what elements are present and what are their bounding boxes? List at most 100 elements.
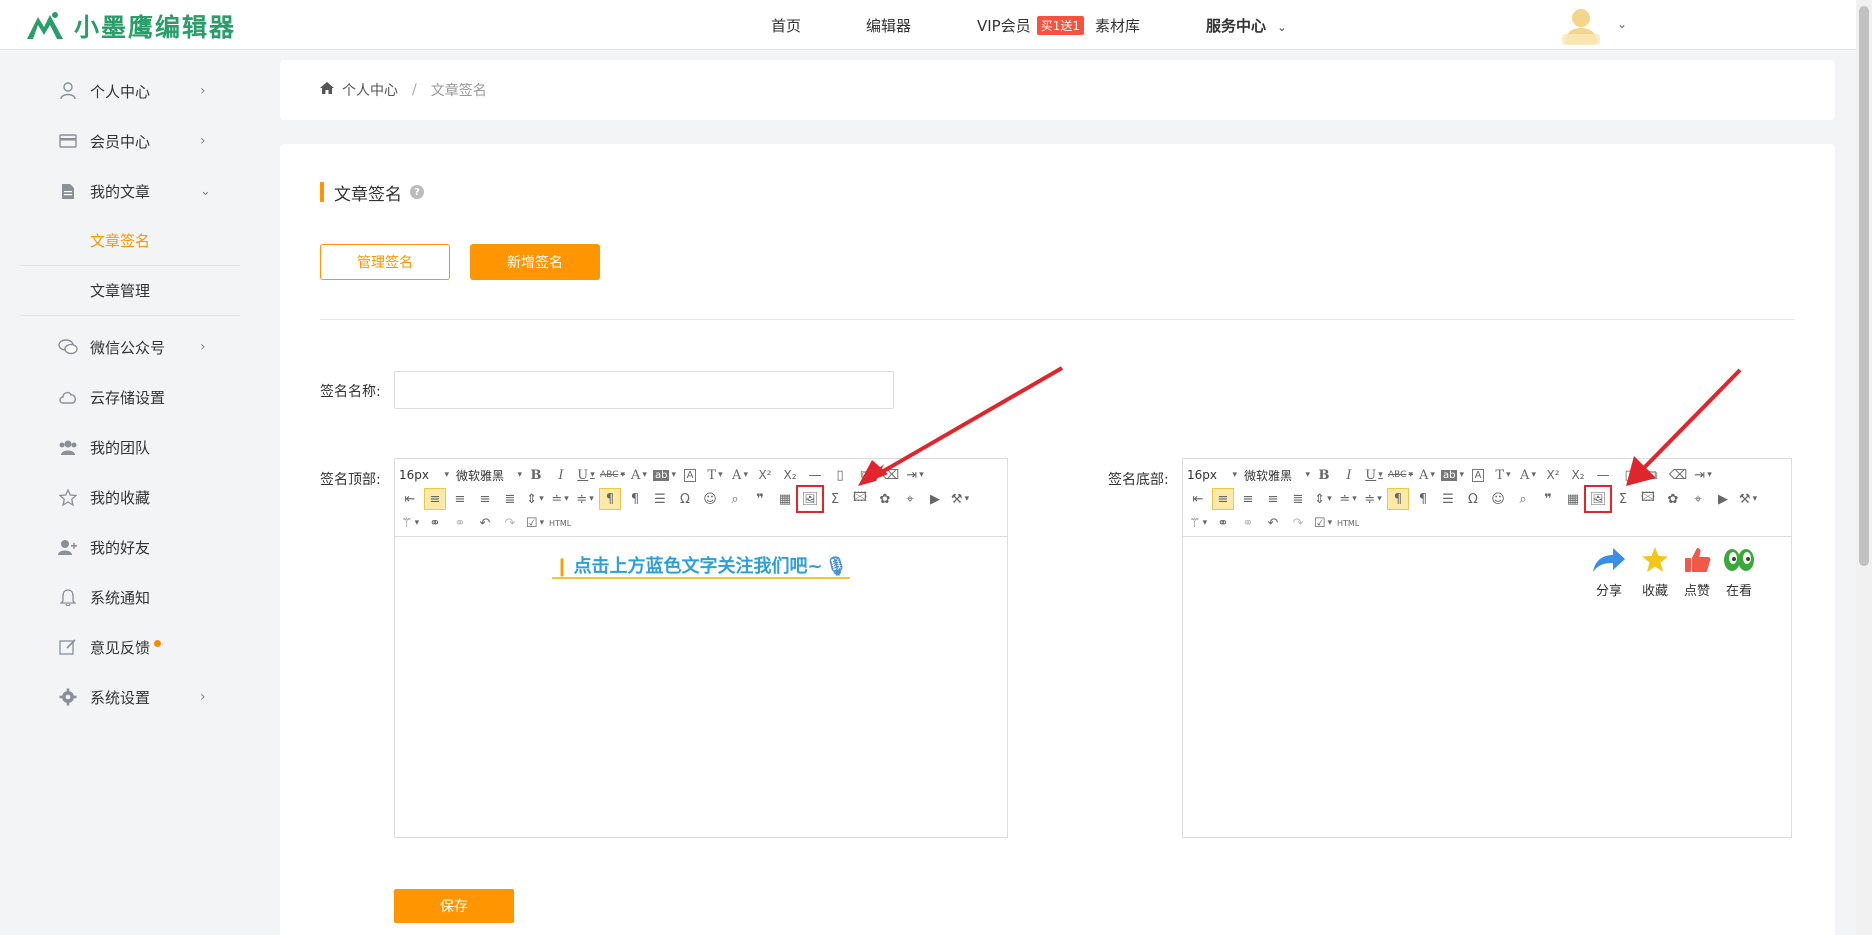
map-icon[interactable]: ⌖: [899, 488, 921, 510]
rtl-icon[interactable]: ¶: [1412, 488, 1434, 510]
line-height-icon[interactable]: ⇕: [1312, 488, 1334, 510]
font-family-select[interactable]: 微软雅黑: [1244, 464, 1310, 486]
bold-icon[interactable]: B: [525, 464, 547, 486]
paragraph-spacing-top-icon[interactable]: ≐: [549, 488, 571, 510]
align-center-icon[interactable]: ≡: [449, 488, 471, 510]
superscript-icon[interactable]: X²: [754, 464, 776, 486]
eraser-icon[interactable]: ⌫: [1667, 464, 1689, 486]
strikethrough-icon[interactable]: ABC: [600, 464, 625, 486]
insert-image-icon[interactable]: 🖼︎: [1584, 485, 1612, 513]
unlink-icon[interactable]: ⚭: [449, 512, 471, 534]
template-icon[interactable]: ☑: [1312, 512, 1334, 534]
sidebar-item-settings[interactable]: 系统设置 ›: [0, 672, 262, 722]
align-left-icon[interactable]: ≡: [1212, 488, 1234, 510]
nav-vip[interactable]: VIP会员 买1送1: [977, 15, 1085, 36]
italic-icon[interactable]: I: [550, 464, 572, 486]
page-icon[interactable]: ▯: [1617, 464, 1639, 486]
horizontal-rule-icon[interactable]: —: [1592, 464, 1614, 486]
avatar[interactable]: [1560, 4, 1602, 46]
italic-icon[interactable]: I: [1338, 464, 1360, 486]
outdent-icon[interactable]: ⇤: [399, 488, 421, 510]
font-color-icon[interactable]: A: [1416, 464, 1438, 486]
nav-home[interactable]: 首页: [771, 15, 801, 36]
indent-icon[interactable]: ⇥: [1692, 464, 1714, 486]
background-color-icon[interactable]: ab: [1441, 464, 1464, 486]
insert-frame-icon[interactable]: ⧉: [1642, 464, 1664, 486]
special-char-icon[interactable]: Ω: [1462, 488, 1484, 510]
subscript-icon[interactable]: X₂: [1567, 464, 1589, 486]
align-center-icon[interactable]: ≡: [1237, 488, 1259, 510]
horizontal-rule-icon[interactable]: —: [804, 464, 826, 486]
align-left-icon[interactable]: ≡: [424, 488, 446, 510]
subscript-icon[interactable]: X₂: [779, 464, 801, 486]
align-justify-icon[interactable]: ≣: [499, 488, 521, 510]
sidebar-item-notifications[interactable]: 系统通知: [0, 572, 262, 622]
template-icon[interactable]: ☑: [524, 512, 546, 534]
ltr-icon[interactable]: ¶: [599, 488, 621, 510]
format-painter-icon[interactable]: ⚒: [949, 488, 971, 510]
text-border-icon[interactable]: A: [1467, 464, 1489, 486]
line-height-icon[interactable]: ⇕: [524, 488, 546, 510]
signature-bottom-editor[interactable]: 16px 微软雅黑 B I U ABC A ab A T A X² X₂ — ▯…: [1182, 458, 1792, 838]
sidebar-item-wechat[interactable]: 微信公众号 ›: [0, 322, 262, 372]
editor-content[interactable]: 分享 收藏 点赞 在看: [1183, 538, 1791, 837]
editor-content[interactable]: ❙ 点击上方蓝色文字关注我们吧~ 🎙︎: [395, 538, 1007, 837]
align-right-icon[interactable]: ≡: [474, 488, 496, 510]
breadcrumb-home[interactable]: 个人中心: [342, 80, 398, 100]
undo-icon[interactable]: ↶: [474, 512, 496, 534]
rtl-icon[interactable]: ¶: [624, 488, 646, 510]
page-icon[interactable]: ▯: [829, 464, 851, 486]
page-scrollbar[interactable]: [1856, 0, 1872, 935]
background-color-icon[interactable]: ab: [653, 464, 676, 486]
ltr-icon[interactable]: ¶: [1387, 488, 1409, 510]
sidebar-subitem-article-signature[interactable]: 文章签名: [20, 216, 240, 266]
nav-materials[interactable]: 素材库: [1095, 15, 1140, 36]
outdent-icon[interactable]: ⇤: [1187, 488, 1209, 510]
underline-icon[interactable]: U: [1363, 464, 1385, 486]
font-size-select[interactable]: 16px: [399, 464, 449, 486]
align-right-icon[interactable]: ≡: [1262, 488, 1284, 510]
magic-wand-icon[interactable]: ⚚: [1187, 512, 1209, 534]
eraser-icon[interactable]: ⌫: [879, 464, 901, 486]
link-icon[interactable]: ⚭: [1212, 512, 1234, 534]
font-family-select[interactable]: 微软雅黑: [456, 464, 522, 486]
quote-icon[interactable]: ❞: [749, 488, 771, 510]
strikethrough-icon[interactable]: ABC: [1388, 464, 1413, 486]
align-justify-icon[interactable]: ≣: [1287, 488, 1309, 510]
special-char-icon[interactable]: Ω: [674, 488, 696, 510]
font-size-select[interactable]: 16px: [1187, 464, 1237, 486]
sidebar-subitem-article-management[interactable]: 文章管理: [20, 266, 240, 316]
redo-icon[interactable]: ↷: [1287, 512, 1309, 534]
sidebar-item-favorites[interactable]: 我的收藏: [0, 472, 262, 522]
multi-image-icon[interactable]: 🖾: [1637, 488, 1659, 510]
add-signature-button[interactable]: 新增签名: [470, 244, 600, 280]
save-button[interactable]: 保存: [394, 889, 514, 923]
redo-icon[interactable]: ↷: [499, 512, 521, 534]
list-icon[interactable]: ☰: [649, 488, 671, 510]
search-replace-icon[interactable]: ⌕: [724, 488, 746, 510]
video-icon[interactable]: ▶: [1712, 488, 1734, 510]
letter-spacing-icon[interactable]: A: [729, 464, 751, 486]
quote-icon[interactable]: ❞: [1537, 488, 1559, 510]
manage-signature-button[interactable]: 管理签名: [320, 244, 450, 280]
insert-image-icon[interactable]: 🖼︎: [796, 485, 824, 513]
sidebar-item-membership[interactable]: 会员中心 ›: [0, 116, 262, 166]
table-icon[interactable]: ▦: [1562, 488, 1584, 510]
link-icon[interactable]: ⚭: [424, 512, 446, 534]
formula-icon[interactable]: Σ: [1612, 488, 1634, 510]
search-replace-icon[interactable]: ⌕: [1512, 488, 1534, 510]
brand-logo[interactable]: 小墨鹰编辑器: [24, 8, 236, 44]
font-style-icon[interactable]: T: [704, 464, 726, 486]
signature-top-editor[interactable]: 16px 微软雅黑 B I U ABC A ab A T A X² X₂ — ▯…: [394, 458, 1008, 838]
signature-name-input[interactable]: [394, 371, 894, 409]
emoji-icon[interactable]: ☺: [699, 488, 721, 510]
paragraph-spacing-bottom-icon[interactable]: ≑: [1362, 488, 1384, 510]
underline-icon[interactable]: U: [575, 464, 597, 486]
superscript-icon[interactable]: X²: [1542, 464, 1564, 486]
text-border-icon[interactable]: A: [679, 464, 701, 486]
sidebar-item-feedback[interactable]: 意见反馈: [0, 622, 262, 672]
font-color-icon[interactable]: A: [628, 464, 650, 486]
sidebar-item-friends[interactable]: 我的好友: [0, 522, 262, 572]
scrollbar-thumb[interactable]: [1859, 6, 1869, 566]
table-icon[interactable]: ▦: [774, 488, 796, 510]
